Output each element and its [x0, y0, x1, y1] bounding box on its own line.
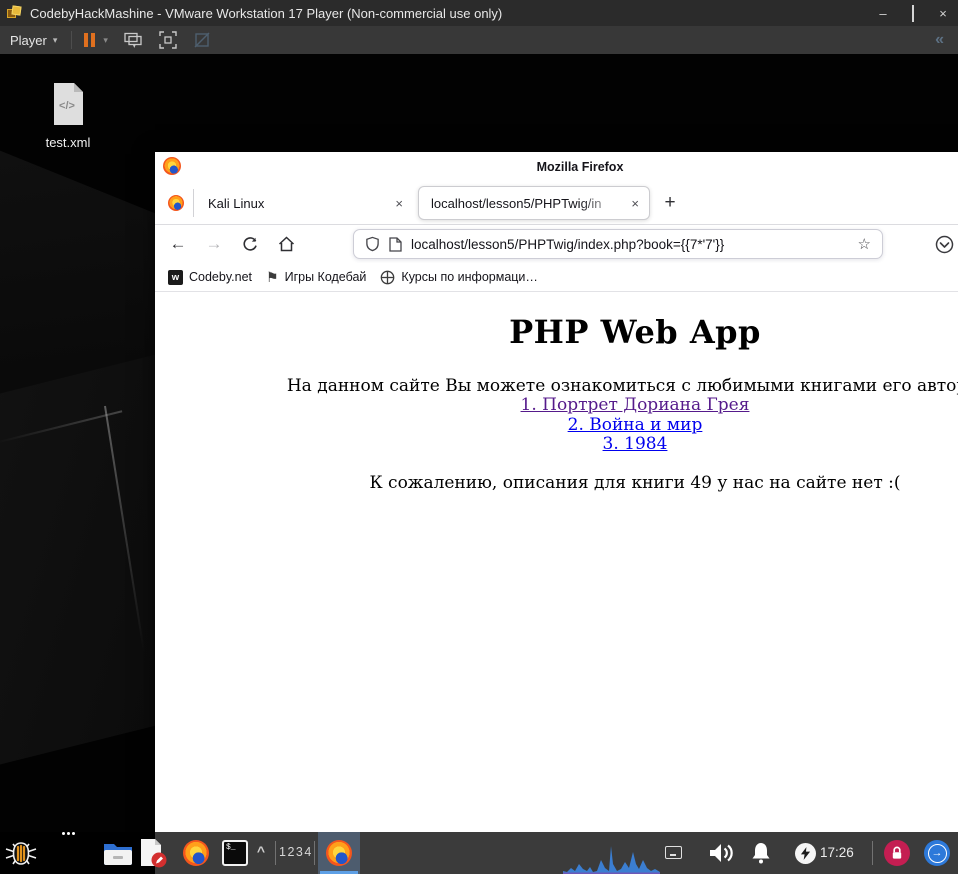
firefox-launcher-button[interactable] [183, 840, 209, 866]
home-button[interactable] [271, 229, 301, 259]
file-manager-button[interactable] [101, 839, 135, 872]
new-tab-button[interactable]: + [657, 189, 683, 217]
send-ctrl-alt-del-button[interactable] [124, 32, 143, 49]
tab-close-icon[interactable]: × [629, 196, 641, 211]
workspace-switcher[interactable]: 1 2 3 4 [279, 845, 315, 859]
kali-menu-button[interactable] [4, 841, 38, 871]
pocket-icon[interactable] [935, 235, 954, 254]
page-title: PHP Web App [509, 313, 761, 351]
power-manager-icon[interactable] [795, 843, 816, 864]
terminal-button[interactable]: $_ [222, 840, 248, 866]
bug-icon [5, 842, 37, 865]
maximize-button[interactable] [906, 4, 920, 22]
taskbar: $_ ^ 1 2 3 4 17:26 → [0, 832, 958, 874]
book-link-1[interactable]: 1. Портрет Дориана Грея [521, 395, 750, 415]
chevron-down-icon: ▾ [52, 34, 58, 45]
tab-divider [193, 189, 194, 217]
firefox-task-button-active[interactable] [318, 832, 360, 874]
document-edit-icon [141, 839, 167, 868]
vm-screen-root: CodebyHackMashine - VMware Workstation 1… [0, 0, 958, 874]
suspend-vm-button[interactable] [84, 33, 96, 47]
taskbar-divider [872, 841, 873, 865]
desktop-file-testxml[interactable]: </> test.xml [38, 82, 98, 150]
toolbar-divider [71, 31, 73, 49]
firefox-titlebar[interactable]: Mozilla Firefox [155, 152, 958, 181]
vmware-window-title: CodebyHackMashine - VMware Workstation 1… [30, 5, 503, 21]
desktop-file-label: test.xml [45, 135, 91, 150]
shield-icon[interactable] [365, 236, 380, 252]
intro-text: На данном сайте Вы можете ознакомиться с… [286, 376, 958, 396]
vmware-toolbar: Player ▾ ▾ « [0, 26, 958, 54]
arrow-right-icon: → [927, 843, 947, 863]
globe-icon [381, 270, 395, 284]
tab-close-icon[interactable]: × [393, 196, 405, 211]
folder-icon [104, 844, 132, 865]
fullscreen-button[interactable] [159, 31, 177, 49]
codeby-favicon: w [168, 269, 183, 285]
book-link-2[interactable]: 2. Война и мир [568, 415, 703, 435]
workspace-2[interactable]: 2 [287, 845, 295, 859]
firefox-icon [168, 195, 184, 211]
tab-kali-linux[interactable]: Kali Linux × [195, 186, 413, 220]
close-button[interactable]: × [936, 6, 950, 21]
lock-icon [892, 846, 902, 859]
player-menu[interactable]: Player ▾ [10, 33, 57, 48]
forward-button: → [205, 234, 223, 253]
bookmark-courses[interactable]: Курсы по информаци… [380, 270, 538, 285]
page-info-icon[interactable] [389, 236, 402, 252]
not-found-message: К сожалению, описания для книги 49 у нас… [369, 472, 901, 493]
bookmark-games[interactable]: ⚑ Игры Кодебай [266, 270, 366, 284]
firefox-window: Mozilla Firefox Kali Linux × localhost/l… [155, 152, 958, 874]
clock[interactable]: 17:26 [820, 845, 870, 860]
bookmark-star-icon[interactable]: ☆ [858, 235, 871, 253]
bookmarks-toolbar: w Codeby.net ⚑ Игры Кодебай Курсы по инф… [155, 263, 958, 292]
guest-desktop: </> test.xml Mozilla Firefox Kali Linux … [0, 54, 958, 874]
workspace-1[interactable]: 1 [279, 845, 287, 859]
reload-button[interactable] [235, 229, 265, 259]
book-list: На данном сайте Вы можете ознакомиться с… [155, 376, 958, 455]
cpu-graph[interactable] [563, 838, 660, 874]
flag-icon: ⚑ [266, 269, 279, 285]
book-link-3[interactable]: 3. 1984 [603, 434, 668, 454]
web-page-content: PHP Web App На данном сайте Вы можете оз… [155, 314, 958, 874]
taskbar-divider [275, 841, 276, 865]
minimize-button[interactable]: – [876, 6, 890, 21]
collapse-toolbar-button[interactable]: « [935, 31, 944, 49]
bookmark-codeby[interactable]: w Codeby.net [168, 269, 252, 285]
text-editor-button[interactable] [138, 838, 168, 874]
lock-screen-button[interactable] [884, 840, 910, 866]
display-tray-icon[interactable] [665, 846, 682, 859]
back-button[interactable]: ← [163, 229, 193, 259]
vmware-logo-icon [6, 5, 22, 21]
url-bar[interactable]: localhost/lesson5/PHPTwig/index.php?book… [353, 229, 883, 259]
devices-disabled-icon [193, 31, 211, 49]
notification-bell-icon[interactable] [749, 841, 773, 871]
logout-button[interactable]: → [924, 840, 950, 866]
tab-strip: Kali Linux × localhost/lesson5/PHPTwig/i… [155, 181, 958, 225]
xml-file-icon: </> [54, 83, 83, 125]
firefox-window-title: Mozilla Firefox [536, 160, 624, 174]
vmware-titlebar: CodebyHackMashine - VMware Workstation 1… [0, 0, 958, 26]
tab-localhost-active[interactable]: localhost/lesson5/PHPTwig/in × [418, 186, 650, 220]
suspend-dropdown-icon[interactable]: ▾ [103, 35, 108, 46]
volume-icon[interactable] [708, 841, 735, 870]
code-glyph: </> [59, 100, 75, 112]
taskbar-divider [314, 841, 315, 865]
firefox-icon [326, 840, 352, 866]
workspace-3[interactable]: 3 [296, 845, 304, 859]
workspace-4[interactable]: 4 [304, 845, 312, 859]
url-input[interactable]: localhost/lesson5/PHPTwig/index.php?book… [411, 237, 849, 252]
chevron-up-icon[interactable]: ^ [252, 843, 270, 859]
navigation-toolbar: ← → localhost/lesson5/PHPTwig/index.php?… [155, 225, 958, 263]
